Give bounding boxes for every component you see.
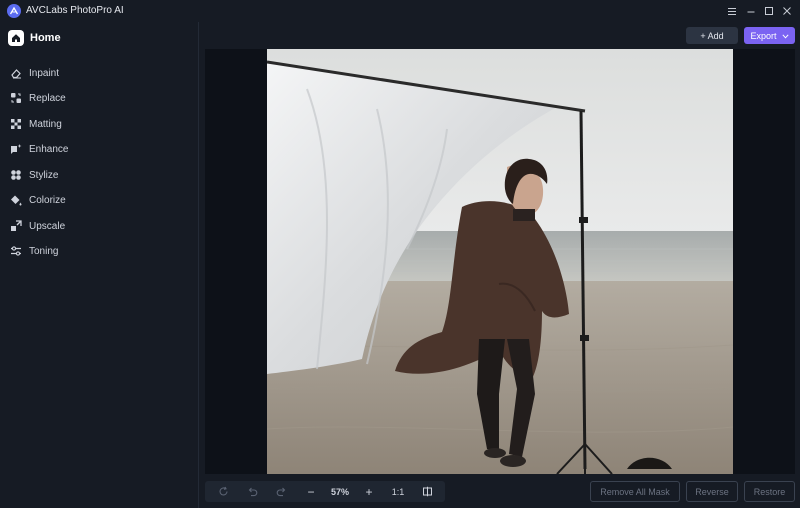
reverse-button[interactable]: Reverse bbox=[686, 481, 738, 502]
restore-button[interactable]: Restore bbox=[744, 481, 795, 502]
enhance-icon bbox=[10, 143, 22, 155]
sidebar-item-enhance[interactable]: Enhance bbox=[10, 141, 68, 157]
sidebar-item-stylize[interactable]: Stylize bbox=[10, 167, 58, 183]
sidebar-item-label: Inpaint bbox=[29, 67, 60, 79]
matting-icon bbox=[10, 118, 22, 130]
sidebar-item-colorize[interactable]: Colorize bbox=[10, 192, 66, 208]
zoom-toolbar: − 57% + 1:1 bbox=[205, 481, 445, 502]
home-icon bbox=[8, 30, 24, 46]
sidebar-item-label: Replace bbox=[29, 92, 66, 104]
maximize-icon[interactable] bbox=[761, 3, 777, 19]
replace-icon bbox=[10, 92, 22, 104]
add-button-label: + Add bbox=[700, 30, 724, 41]
photo-preview[interactable] bbox=[267, 49, 733, 474]
colorize-icon bbox=[10, 194, 22, 206]
undo-icon[interactable] bbox=[244, 481, 260, 502]
app-title: AVCLabs PhotoPro AI bbox=[26, 5, 124, 16]
zoom-in-button[interactable]: + bbox=[361, 481, 377, 502]
menu-icon[interactable] bbox=[724, 3, 740, 19]
upscale-icon bbox=[10, 220, 22, 232]
zoom-level: 57% bbox=[330, 486, 349, 497]
sidebar-item-inpaint[interactable]: Inpaint bbox=[10, 65, 59, 81]
sidebar-item-home[interactable]: Home bbox=[8, 29, 61, 47]
sidebar-item-matting[interactable]: Matting bbox=[10, 116, 62, 132]
export-button[interactable]: Export bbox=[744, 27, 795, 44]
export-button-label: Export bbox=[750, 30, 777, 41]
minimize-icon[interactable] bbox=[743, 3, 759, 19]
zoom-out-button[interactable]: − bbox=[303, 481, 319, 502]
eraser-icon bbox=[10, 67, 22, 79]
toning-icon bbox=[10, 245, 22, 257]
sidebar-item-label: Colorize bbox=[29, 194, 66, 206]
sidebar-item-replace[interactable]: Replace bbox=[10, 90, 66, 106]
close-icon[interactable] bbox=[779, 3, 795, 19]
sidebar-item-label: Matting bbox=[29, 118, 62, 130]
remove-all-mask-button[interactable]: Remove All Mask bbox=[590, 481, 680, 502]
sidebar-item-label: Enhance bbox=[29, 143, 69, 155]
sidebar-item-toning[interactable]: Toning bbox=[10, 243, 58, 259]
reset-icon[interactable] bbox=[215, 481, 231, 502]
actual-size-button[interactable]: 1:1 bbox=[388, 481, 408, 502]
add-button[interactable]: + Add bbox=[686, 27, 738, 44]
sidebar-item-label: Stylize bbox=[29, 169, 59, 181]
sidebar-item-label: Upscale bbox=[29, 220, 66, 232]
sidebar-item-upscale[interactable]: Upscale bbox=[10, 218, 65, 234]
avclabs-logo-icon bbox=[7, 4, 21, 18]
compare-icon[interactable] bbox=[419, 481, 435, 502]
redo-icon[interactable] bbox=[273, 481, 289, 502]
sidebar-item-label: Toning bbox=[29, 245, 59, 257]
sidebar-item-label: Home bbox=[30, 32, 61, 44]
title-bar: AVCLabs PhotoPro AI bbox=[0, 0, 800, 22]
chevron-down-icon bbox=[781, 31, 789, 41]
stylize-icon bbox=[10, 169, 22, 181]
